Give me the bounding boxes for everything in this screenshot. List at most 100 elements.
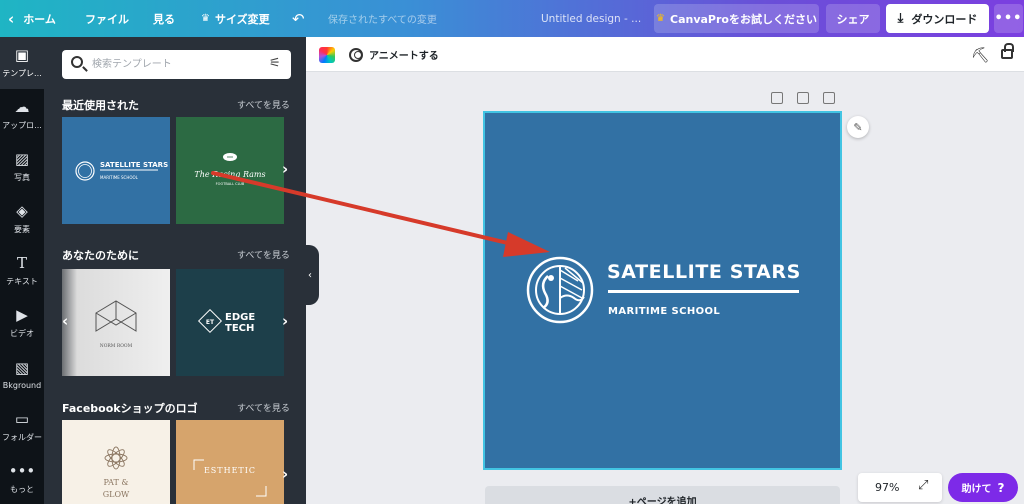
template-thumb-satellite-stars[interactable]: SATELLITE STARS MARITIME SCHOOL [62,117,170,224]
background-icon: ▧ [14,358,30,377]
thumb-esthetic-text: ESTHETIC [204,466,256,475]
design-subtitle-text[interactable]: MARITIME SCHOOL [608,306,720,317]
resize-label: サイズ変更 [214,12,270,26]
more-options-button[interactable]: ••• [994,4,1023,33]
add-page-icon[interactable] [823,92,835,104]
crown-icon: ♛ [201,13,210,24]
filter-icon[interactable]: ⚟ [269,56,283,72]
zoom-value: 97% [875,481,900,494]
see-all-link[interactable]: すべてを見る [237,98,290,111]
rail-label: テキスト [6,276,38,286]
racing-rams-logo-thumb: The Racing Rams FOOTBALL CLUB [194,153,266,186]
thumb-rams-sub: FOOTBALL CLUB [216,182,245,186]
design-title[interactable]: Untitled design - ... [541,0,641,37]
section-title: あなたのために [62,249,139,262]
rail-item-templates[interactable]: ▣ テンプレ... [0,37,44,89]
try-canva-pro-button[interactable]: ♛ CanvaProをお試しください [654,4,819,33]
thumb-glow-line2: GLOW [103,490,130,499]
rail-label: フォルダー [2,432,42,442]
carousel-next-icon[interactable]: › [282,160,288,178]
rail-label: アップロ... [2,120,42,130]
divider-line [608,290,799,293]
rail-label: ビデオ [10,328,34,338]
save-status: 保存されたすべての変更 [328,15,437,26]
home-button[interactable]: ‹ ホーム [8,0,56,37]
rail-item-text[interactable]: T テキスト [0,245,44,297]
notes-icon[interactable] [771,92,783,104]
rail-label: 要素 [14,224,30,234]
folder-icon: ▭ [14,409,30,428]
chevron-left-icon: ‹ [8,9,15,28]
elements-icon: ◈ [16,201,28,220]
template-search[interactable]: ⚟ [62,50,291,79]
see-all-link[interactable]: すべてを見る [237,401,290,414]
rail-item-video[interactable]: ▶ ビデオ [0,297,44,349]
home-label: ホーム [23,12,56,26]
view-menu[interactable]: 見る [153,0,175,37]
template-thumb-racing-rams[interactable]: The Racing Rams FOOTBALL CLUB [176,117,284,224]
search-input[interactable] [92,56,262,72]
editor-toolbar: アニメートする ⛏ [306,37,1024,72]
thumb-rams-title: The Racing Rams [194,170,265,179]
photo-icon: ▨ [14,149,30,168]
carousel-prev-icon[interactable]: ‹ [62,312,68,330]
help-button[interactable]: 助けて ? [948,473,1018,502]
help-label: 助けて [961,484,992,495]
template-thumb-esthetic[interactable]: ESTHETIC [176,420,284,504]
rail-item-elements[interactable]: ◈ 要素 [0,193,44,245]
fullscreen-icon[interactable]: ⤢ [918,478,928,493]
template-thumb-edge-tech[interactable]: ET EDGE TECH [176,269,284,376]
paint-roller-icon[interactable]: ⛏ [971,46,990,64]
norm-room-logo-thumb: NORM ROOM [95,300,137,349]
download-icon: ⤓ [897,11,904,26]
carousel-next-icon[interactable]: › [282,465,288,483]
edge-tech-logo-thumb: ET EDGE TECH [197,308,255,334]
download-label: ダウンロード [911,12,978,26]
thumb-glow-line1: PAT & [104,478,129,487]
animate-label: アニメートする [369,51,439,62]
file-menu[interactable]: ファイル [85,0,129,37]
rail-item-folders[interactable]: ▭ フォルダー [0,401,44,453]
undo-icon[interactable]: ↶ [292,0,305,37]
section-title: Facebookショップのロゴ [62,402,198,415]
resize-button[interactable]: ♛ サイズ変更 [201,0,270,37]
rail-item-photos[interactable]: ▨ 写真 [0,141,44,193]
zoom-control[interactable]: 97% ⤢ [858,473,942,502]
duplicate-page-icon[interactable] [797,92,809,104]
add-comment-icon[interactable]: ✎ [847,116,869,138]
layout-icon: ▣ [14,45,30,64]
design-title-text[interactable]: SATELLITE STARS [607,261,801,283]
design-page[interactable]: SATELLITE STARS MARITIME SCHOOL [483,111,842,470]
thumb-norm-room-text: NORM ROOM [100,343,133,349]
rail-item-background[interactable]: ▧ Bkground [0,349,44,401]
question-icon: ? [997,480,1005,495]
thumb-edge-line2: TECH [225,323,254,334]
side-rail: ▣ テンプレ... ☁ アップロ... ▨ 写真 ◈ 要素 T テキスト ▶ ビ… [0,37,44,504]
download-button[interactable]: ⤓ ダウンロード [886,4,989,33]
carousel-next-icon[interactable]: › [282,312,288,330]
esthetic-logo-thumb: ESTHETIC [193,459,267,497]
color-picker-icon[interactable] [319,47,335,63]
try-pro-label: CanvaProをお試しください [670,12,817,26]
template-thumb-norm-room[interactable]: NORM ROOM [62,269,170,376]
template-thumb-pat-glow[interactable]: PAT & GLOW [62,420,170,504]
see-all-link[interactable]: すべてを見る [237,248,290,261]
animate-button[interactable]: アニメートする [349,37,439,72]
template-panel: ⚟ 最近使用された すべてを見る SATELLITE STARS MARITIM… [44,37,306,504]
satellite-logo-thumb: SATELLITE STARS MARITIME SCHOOL [75,161,168,181]
rail-item-uploads[interactable]: ☁ アップロ... [0,89,44,141]
section-title: 最近使用された [62,99,139,112]
lock-icon[interactable] [1001,43,1014,59]
share-button[interactable]: シェア [826,4,880,33]
collapse-panel-button[interactable]: ‹ [301,245,319,305]
rail-label: もっと [10,484,34,494]
add-page-button[interactable]: +ページを追加 [485,486,840,504]
search-icon [71,56,83,68]
thumb-edge-mark: ET [206,319,215,326]
rail-label: 写真 [14,172,30,182]
thumb-satellite-sub: MARITIME SCHOOL [100,175,139,180]
rail-item-more[interactable]: ••• もっと [0,453,44,504]
rail-label: Bkground [2,380,42,390]
pat-glow-logo-thumb: PAT & GLOW [103,446,130,499]
more-icon: ••• [8,461,36,480]
